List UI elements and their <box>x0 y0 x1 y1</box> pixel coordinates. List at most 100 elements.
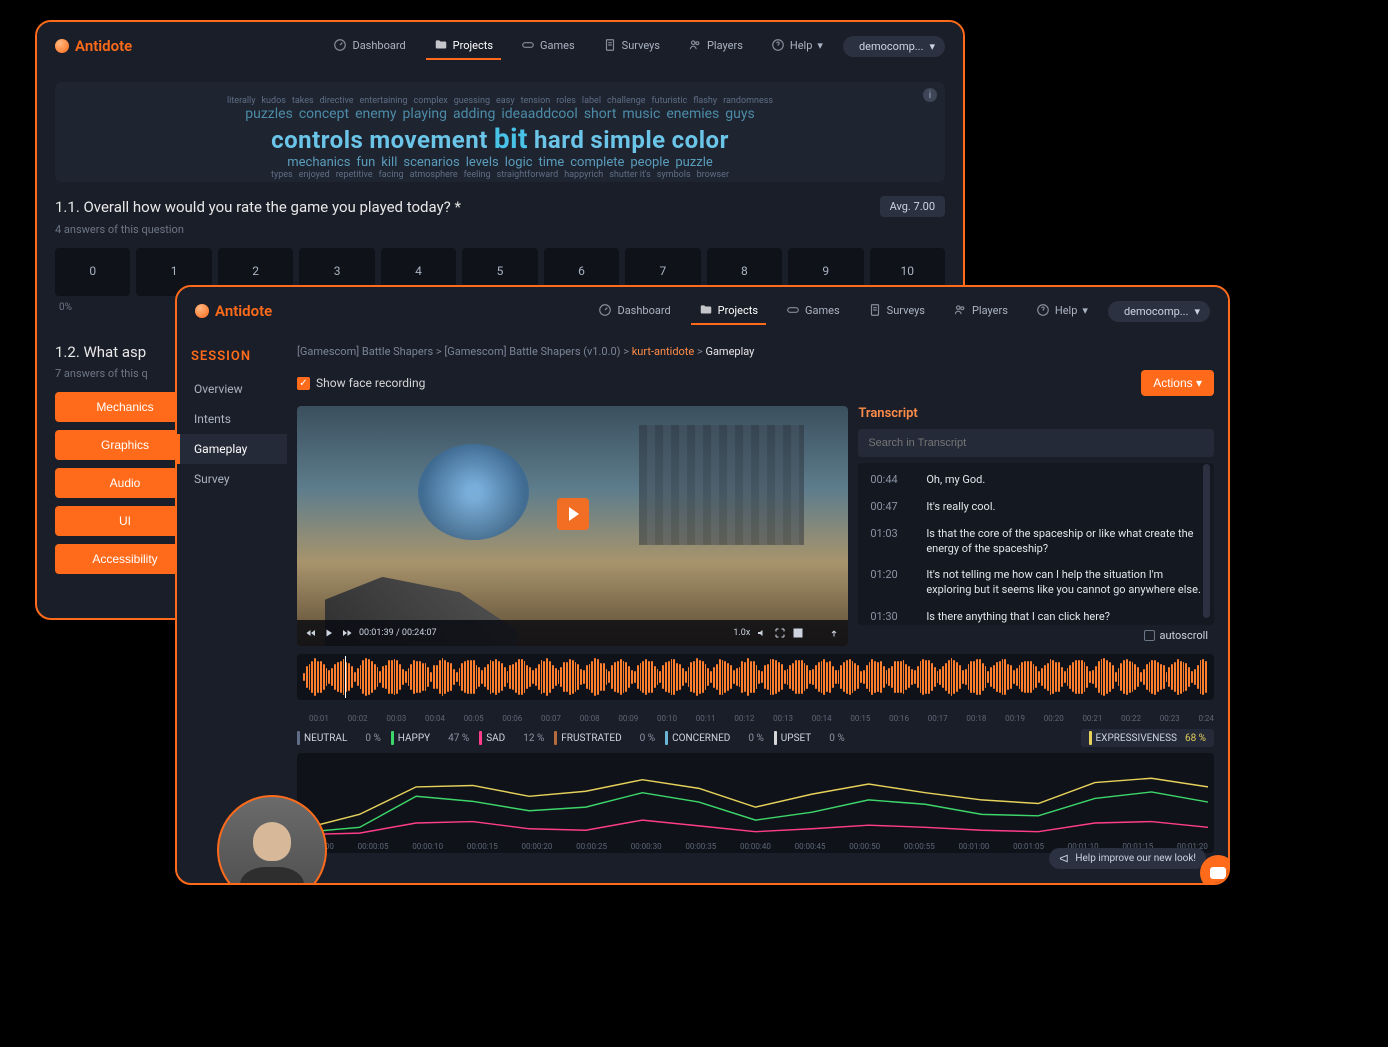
sidebar-item-gameplay[interactable]: Gameplay <box>177 434 287 464</box>
transcript-text: It's really cool. <box>926 500 995 515</box>
autoscroll-checkbox[interactable] <box>1144 630 1155 641</box>
folder-icon <box>699 303 713 317</box>
transcript-time: 01:20 <box>870 568 908 598</box>
waveform-cursor[interactable] <box>345 656 346 698</box>
download-icon[interactable] <box>810 627 822 639</box>
help-icon <box>1036 303 1050 317</box>
session-label: SESSION <box>191 349 287 364</box>
transcript-body[interactable]: 00:44Oh, my God. 00:47 It's really cool. 01… <box>858 463 1214 625</box>
document-icon <box>868 303 882 317</box>
gamepad-icon <box>521 38 535 52</box>
transcript-search-input[interactable] <box>858 429 1214 457</box>
crumb-3[interactable]: kurt-antidote <box>632 345 695 358</box>
waveform-bars <box>303 660 1208 694</box>
wc-line-2: puzzlesconceptenemyplayingaddingideaaddc… <box>77 106 923 122</box>
nav-help[interactable]: Help ▾ <box>1028 297 1096 325</box>
autoscroll-label: autoscroll <box>1160 629 1209 642</box>
transcript-row[interactable]: 01:20It's not telling me how can I help … <box>858 562 1214 604</box>
nav-games[interactable]: Games <box>513 32 583 60</box>
q1-avg: Avg. 7.00 <box>880 196 945 217</box>
sidebar-item-intents[interactable]: Intents <box>177 404 287 434</box>
nav-surveys[interactable]: Surveys <box>595 32 668 60</box>
nav-players[interactable]: Players <box>680 32 751 60</box>
volume-icon[interactable] <box>756 627 768 639</box>
aspect-graphics[interactable]: Graphics <box>55 430 195 460</box>
fullscreen-icon[interactable] <box>792 627 804 639</box>
waveform-ticks: 00:0100:0200:0300:0400:0500:0600:0700:08… <box>309 714 1214 723</box>
aspect-accessibility[interactable]: Accessibility <box>55 544 195 574</box>
video-player[interactable]: 00:01:39 / 00:24:07 1.0x <box>297 406 848 646</box>
transcript-footer: autoscroll <box>858 625 1214 646</box>
checkbox-icon: ✓ <box>297 377 310 390</box>
nav-dashboard[interactable]: Dashboard <box>590 297 678 325</box>
aspect-ui[interactable]: UI <box>55 506 195 536</box>
crumb-4: Gameplay <box>705 345 754 358</box>
emotion-upset: UPSET0 % <box>774 731 845 745</box>
transcript-time: 01:30 <box>870 610 908 625</box>
transcript-row[interactable]: 00:44Oh, my God. <box>858 467 1214 494</box>
info-icon[interactable]: i <box>923 88 937 102</box>
sidebar-item-overview[interactable]: Overview <box>177 374 287 404</box>
share-icon[interactable] <box>828 627 840 639</box>
breadcrumb: [Gamescom] Battle Shapers > [Gamescom] B… <box>297 345 1214 358</box>
emotion-expressiveness: EXPRESSIVENESS 68 % <box>1081 729 1215 747</box>
skip-fwd-icon[interactable] <box>341 627 353 639</box>
main-nav-front: Dashboard Projects Games Surveys Players… <box>590 297 1210 325</box>
sidebar-item-survey[interactable]: Survey <box>177 464 287 494</box>
folder-icon <box>434 38 448 52</box>
transcript-pane: Transcript 00:44Oh, my God.00:47It's rea… <box>858 406 1214 646</box>
q1-title: 1.1. Overall how would you rate the game… <box>55 198 461 216</box>
content: [Gamescom] Battle Shapers > [Gamescom] B… <box>287 335 1228 885</box>
rating-0[interactable]: 0 <box>55 248 130 296</box>
show-face-checkbox[interactable]: ✓ Show face recording <box>297 376 425 390</box>
video-time: 00:01:39 / 00:24:07 <box>359 628 437 638</box>
scrollbar[interactable] <box>1203 464 1210 618</box>
expand-icon[interactable] <box>774 627 786 639</box>
nav-players[interactable]: Players <box>945 297 1016 325</box>
brand: Antidote <box>55 37 132 55</box>
aspect-mechanics[interactable]: Mechanics <box>55 392 195 422</box>
transcript-time: 01:03 <box>870 527 908 557</box>
logo-icon <box>55 39 69 53</box>
crumb-1[interactable]: [Gamescom] Battle Shapers <box>297 345 433 358</box>
actions-row: ✓ Show face recording Actions ▾ <box>297 370 1214 396</box>
emotion-concerned: CONCERNED0 % <box>665 731 764 745</box>
user-menu[interactable]: democomp... ▾ <box>843 36 945 57</box>
brand-name: Antidote <box>75 37 132 55</box>
user-menu[interactable]: democomp... ▾ <box>1108 301 1210 322</box>
transcript-row[interactable]: 01:03Is that the core of the spaceship o… <box>858 521 1214 563</box>
waveform[interactable] <box>297 654 1214 700</box>
topbar-front: Antidote Dashboard Projects Games Survey… <box>177 287 1228 335</box>
nav-help[interactable]: Help ▾ <box>763 32 831 60</box>
video-speed[interactable]: 1.0x <box>733 628 750 638</box>
chat-fab[interactable] <box>1200 855 1230 885</box>
document-icon <box>603 38 617 52</box>
topbar: Antidote Dashboard Projects Games Survey… <box>37 22 963 70</box>
users-icon <box>688 38 702 52</box>
emotion-neutral: NEUTRAL0 % <box>297 731 381 745</box>
transcript-time: 00:44 <box>870 473 908 488</box>
emotion-frustrated: FRUSTRATED0 % <box>554 731 655 745</box>
feedback-pill[interactable]: Help improve our new look! <box>1049 848 1206 869</box>
transcript-row[interactable]: 01:30Is there anything that I can click … <box>858 604 1214 625</box>
brand-name: Antidote <box>215 302 272 320</box>
nav-projects[interactable]: Projects <box>691 297 766 325</box>
emotion-sad: SAD12 % <box>479 731 544 745</box>
gauge-icon <box>598 303 612 317</box>
emotion-chart: 00:00:0000:00:0500:00:1000:00:1500:00:20… <box>297 753 1214 853</box>
q1-sub: 4 answers of this question <box>55 223 945 236</box>
emotion-happy: HAPPY47 % <box>391 731 469 745</box>
transcript-row[interactable]: 00:47 It's really cool. <box>858 494 1214 521</box>
crumb-2[interactable]: [Gamescom] Battle Shapers (v1.0.0) <box>444 345 620 358</box>
nav-dashboard[interactable]: Dashboard <box>325 32 413 60</box>
transcript-time: 00:47 <box>870 500 908 515</box>
aspect-audio[interactable]: Audio <box>55 468 195 498</box>
play-button[interactable] <box>557 498 589 530</box>
video-row: 00:01:39 / 00:24:07 1.0x Transcript 00:4… <box>297 406 1214 646</box>
skip-back-icon[interactable] <box>305 627 317 639</box>
play-icon[interactable] <box>323 627 335 639</box>
nav-games[interactable]: Games <box>778 297 848 325</box>
nav-surveys[interactable]: Surveys <box>860 297 933 325</box>
nav-projects[interactable]: Projects <box>426 32 501 60</box>
actions-button[interactable]: Actions ▾ <box>1141 370 1214 396</box>
